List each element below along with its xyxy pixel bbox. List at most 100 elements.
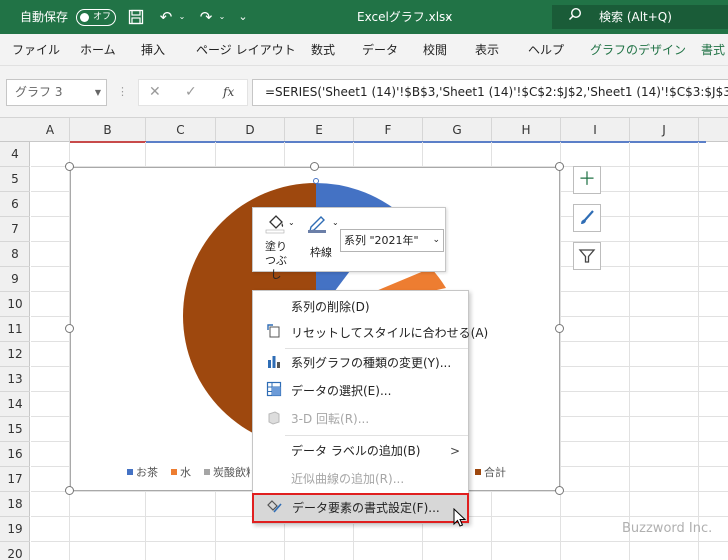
legend-label: 水: [180, 466, 191, 479]
formula-input[interactable]: =SERIES('Sheet1 (14)'!$B$3,'Sheet1 (14)'…: [252, 79, 728, 106]
format-data-point-icon: [266, 495, 284, 521]
menu-item-reset-style[interactable]: リセットしてスタイルに合わせる(A): [253, 320, 488, 346]
formula-bar-grip-icon[interactable]: ⋮: [117, 79, 128, 105]
undo-dropdown-icon[interactable]: ⌄: [177, 0, 187, 34]
tab-help[interactable]: ヘルプ: [528, 34, 564, 66]
menu-item-delete-series[interactable]: 系列の削除(D): [253, 294, 468, 320]
row-header[interactable]: 9: [0, 267, 30, 292]
3d-rotation-icon: [265, 406, 283, 432]
undo-icon[interactable]: ↶: [155, 0, 177, 34]
chart-type-icon: [265, 350, 283, 376]
chevron-down-icon[interactable]: ⌄: [288, 218, 295, 227]
menu-item-change-chart-type[interactable]: 系列グラフの種類の変更(Y)...: [253, 350, 468, 376]
row-header[interactable]: 10: [0, 292, 30, 317]
column-header[interactable]: A: [31, 118, 70, 142]
tab-chart-design[interactable]: グラフのデザイン: [590, 34, 686, 66]
column-header[interactable]: D: [216, 118, 285, 142]
name-box[interactable]: グラフ 3 ▼: [6, 79, 107, 106]
tab-page-layout[interactable]: ページ レイアウト: [196, 34, 296, 66]
cancel-icon[interactable]: ✕: [149, 80, 161, 105]
resize-handle[interactable]: [555, 162, 564, 171]
column-header[interactable]: I: [561, 118, 630, 142]
autosave-toggle[interactable]: オフ: [76, 9, 116, 26]
filter-icon: [578, 249, 596, 263]
brush-icon: [581, 210, 594, 224]
row-header[interactable]: 15: [0, 417, 30, 442]
resize-handle[interactable]: [65, 486, 74, 495]
save-icon[interactable]: [126, 0, 146, 34]
resize-handle[interactable]: [65, 162, 74, 171]
row-header[interactable]: 6: [0, 192, 30, 217]
redo-dropdown-icon[interactable]: ⌄: [217, 0, 227, 34]
series-select-value: 系列 "2021年": [344, 234, 419, 247]
row-header[interactable]: 5: [0, 167, 30, 192]
row-header[interactable]: 16: [0, 442, 30, 467]
series-select[interactable]: 系列 "2021年" ⌄: [340, 229, 444, 252]
legend-swatch: [127, 469, 133, 475]
legend-item-total[interactable]: 合計: [475, 464, 506, 480]
outline-button[interactable]: ⌄ 枠線: [305, 212, 339, 270]
column-header[interactable]: C: [146, 118, 216, 142]
data-point-handle[interactable]: [313, 178, 319, 184]
row-header[interactable]: 8: [0, 242, 30, 267]
row-header[interactable]: 18: [0, 492, 30, 517]
tab-format[interactable]: 書式: [701, 34, 725, 66]
column-header[interactable]: J: [630, 118, 699, 142]
chevron-down-icon[interactable]: ⌄: [432, 230, 440, 251]
file-name-caret[interactable]: ⌄: [444, 0, 452, 34]
menu-item-add-data-labels[interactable]: データ ラベルの追加(B) >: [253, 438, 468, 464]
mouse-cursor-icon: [453, 508, 467, 527]
insert-function-icon[interactable]: fx: [223, 80, 234, 105]
resize-handle[interactable]: [65, 324, 74, 333]
row-header[interactable]: 17: [0, 467, 30, 492]
column-header[interactable]: E: [285, 118, 354, 142]
search-box[interactable]: 検索 (Alt+Q): [552, 5, 728, 29]
resize-handle[interactable]: [555, 324, 564, 333]
column-header[interactable]: F: [354, 118, 423, 142]
chevron-down-icon[interactable]: ⌄: [332, 218, 339, 227]
chart-filters-button[interactable]: [573, 242, 601, 270]
menu-item-add-trendline[interactable]: 近似曲線の追加(R)...: [253, 466, 468, 492]
row-header[interactable]: 20: [0, 542, 30, 560]
legend-item-tea[interactable]: お茶: [127, 464, 158, 480]
tab-formulas[interactable]: 数式: [311, 34, 335, 66]
resize-handle[interactable]: [310, 162, 319, 171]
tab-view[interactable]: 表示: [475, 34, 499, 66]
column-header[interactable]: B: [70, 118, 146, 142]
row-header[interactable]: 12: [0, 342, 30, 367]
tab-review[interactable]: 校閲: [423, 34, 447, 66]
chart-elements-button[interactable]: ＋: [573, 166, 601, 194]
column-header[interactable]: G: [423, 118, 492, 142]
tab-home[interactable]: ホーム: [80, 34, 116, 66]
tab-file[interactable]: ファイル: [12, 34, 60, 66]
menu-item-label: 系列グラフの種類の変更(Y)...: [291, 356, 452, 370]
row-header[interactable]: 13: [0, 367, 30, 392]
legend-item-water[interactable]: 水: [171, 464, 191, 480]
legend-swatch: [475, 469, 481, 475]
redo-icon[interactable]: ↷: [195, 0, 217, 34]
tab-insert[interactable]: 挿入: [141, 34, 165, 66]
legend-label: 合計: [484, 466, 506, 479]
toggle-knob: [80, 12, 89, 22]
customize-qat-icon[interactable]: ⌄: [236, 0, 250, 34]
chevron-down-icon[interactable]: ▼: [95, 80, 101, 105]
tab-data[interactable]: データ: [362, 34, 398, 66]
row-header[interactable]: 7: [0, 217, 30, 242]
fill-button[interactable]: ⌄ 塗りつぶし: [263, 212, 297, 281]
row-header[interactable]: 4: [0, 142, 30, 167]
chart-styles-button[interactable]: [573, 204, 601, 232]
ribbon-tabs: ファイル ホーム 挿入 ページ レイアウト 数式 データ 校閲 表示 ヘルプ グ…: [0, 34, 728, 66]
column-header[interactable]: H: [492, 118, 561, 142]
row-header[interactable]: 19: [0, 517, 30, 542]
file-name[interactable]: Excelグラフ.xlsx: [357, 0, 452, 34]
plus-icon: ＋: [578, 169, 596, 190]
enter-icon[interactable]: ✓: [185, 80, 197, 105]
row-header[interactable]: 11: [0, 317, 30, 342]
resize-handle[interactable]: [555, 486, 564, 495]
menu-item-select-data[interactable]: データの選択(E)...: [253, 378, 468, 404]
row-header[interactable]: 14: [0, 392, 30, 417]
legend-item-soda[interactable]: 炭酸飲料: [204, 464, 250, 480]
search-placeholder: 検索 (Alt+Q): [599, 10, 672, 24]
menu-item-3d-rotation[interactable]: 3-D 回転(R)...: [253, 406, 468, 432]
menu-item-format-data-point[interactable]: データ要素の書式設定(F)...: [252, 493, 469, 523]
